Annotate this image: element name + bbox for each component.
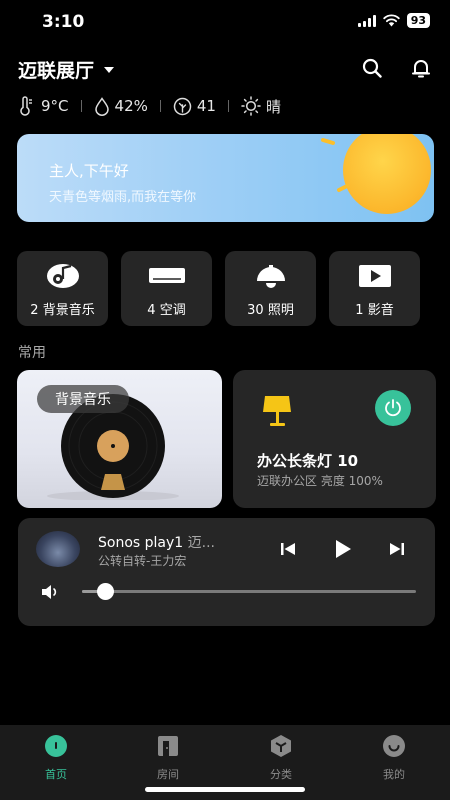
weather-temperature: 9°C bbox=[18, 96, 69, 116]
track-device: Sonos play1 迈... bbox=[98, 532, 233, 552]
device-room: 迈... bbox=[187, 535, 215, 551]
temperature-value: 9°C bbox=[41, 97, 69, 115]
tab-label: 房间 bbox=[157, 768, 179, 781]
greeting-banner[interactable]: 主人,下午好 天青色等烟雨,而我在等你 bbox=[17, 134, 434, 222]
status-time: 3:10 bbox=[42, 12, 85, 32]
music-icon bbox=[46, 264, 79, 288]
lamp-icon bbox=[256, 265, 285, 288]
volume-slider-knob[interactable] bbox=[97, 583, 115, 600]
divider bbox=[80, 100, 82, 112]
header: 迈联展厅 bbox=[0, 50, 450, 86]
sun-icon bbox=[241, 96, 261, 116]
album-art bbox=[36, 531, 80, 567]
humidity-value: 42% bbox=[114, 97, 148, 115]
play-icon bbox=[358, 265, 391, 287]
previous-track-icon[interactable] bbox=[277, 538, 299, 560]
device-name: Sonos play1 bbox=[98, 535, 184, 551]
category-label: 1 影音 bbox=[355, 303, 394, 318]
section-title-common: 常用 bbox=[18, 345, 46, 361]
power-toggle[interactable] bbox=[375, 390, 411, 426]
volume-icon[interactable] bbox=[40, 582, 60, 602]
caret-down-icon bbox=[104, 66, 115, 73]
sun-illustration bbox=[321, 134, 431, 214]
weather-air-quality: 41 bbox=[173, 97, 216, 116]
category-label: 4 空调 bbox=[147, 303, 186, 318]
greeting-title: 主人,下午好 bbox=[49, 162, 129, 180]
background-music-label: 背景音乐 bbox=[37, 385, 129, 413]
tab-categories[interactable]: 分类 bbox=[225, 733, 337, 781]
category-row: 2 背景音乐 4 空调 30 照明 1 影音 bbox=[17, 251, 434, 326]
home-selector[interactable]: 迈联展厅 bbox=[18, 56, 115, 83]
lamp-name: 办公长条灯 10 bbox=[257, 452, 359, 470]
music-player-card[interactable]: Sonos play1 迈... 公转自转-王力宏 bbox=[18, 518, 435, 626]
home-name: 迈联展厅 bbox=[18, 60, 95, 82]
category-background-music[interactable]: 2 背景音乐 bbox=[17, 251, 108, 326]
background-music-card[interactable]: 背景音乐 bbox=[17, 370, 222, 508]
lamp-detail: 迈联办公区 亮度 100% bbox=[257, 474, 383, 488]
home-icon bbox=[45, 735, 67, 757]
weather-condition: 晴 bbox=[241, 96, 281, 117]
play-button-icon[interactable] bbox=[331, 538, 353, 560]
wifi-icon bbox=[382, 14, 400, 27]
status-icons: 93 bbox=[357, 13, 430, 28]
tab-label: 首页 bbox=[45, 768, 67, 781]
weather-humidity: 42% bbox=[94, 96, 148, 116]
category-audio-video[interactable]: 1 影音 bbox=[329, 251, 420, 326]
battery-indicator: 93 bbox=[406, 13, 430, 28]
air-conditioner-icon bbox=[148, 268, 185, 283]
tab-label: 分类 bbox=[270, 768, 292, 781]
divider bbox=[159, 100, 161, 112]
volume-slider[interactable] bbox=[82, 583, 416, 600]
weather-bar: 9°C 42% 41 晴 bbox=[18, 95, 281, 117]
status-bar: 3:10 93 bbox=[0, 0, 450, 44]
search-icon[interactable] bbox=[361, 57, 383, 79]
water-drop-icon bbox=[94, 96, 109, 116]
profile-icon bbox=[383, 735, 405, 757]
tab-profile[interactable]: 我的 bbox=[338, 733, 450, 781]
tab-rooms[interactable]: 房间 bbox=[112, 733, 224, 781]
home-indicator bbox=[145, 787, 305, 792]
leaf-icon bbox=[173, 97, 192, 115]
next-track-icon[interactable] bbox=[386, 538, 408, 560]
condition-value: 晴 bbox=[265, 97, 281, 116]
tab-label: 我的 bbox=[383, 768, 405, 781]
bell-icon[interactable] bbox=[410, 57, 432, 79]
power-icon bbox=[385, 399, 401, 417]
track-name: 公转自转-王力宏 bbox=[98, 554, 187, 568]
divider bbox=[227, 100, 229, 112]
lamp-card[interactable]: 办公长条灯 10 迈联办公区 亮度 100% bbox=[233, 370, 436, 508]
category-label: 2 背景音乐 bbox=[30, 303, 95, 318]
signal-icon bbox=[357, 14, 376, 27]
category-air-conditioner[interactable]: 4 空调 bbox=[121, 251, 212, 326]
category-icon bbox=[271, 735, 291, 757]
room-icon bbox=[158, 736, 178, 756]
tab-home[interactable]: 首页 bbox=[0, 733, 112, 781]
desk-lamp-icon bbox=[263, 396, 291, 426]
greeting-subtitle: 天青色等烟雨,而我在等你 bbox=[49, 190, 197, 205]
category-lighting[interactable]: 30 照明 bbox=[225, 251, 316, 326]
thermometer-icon bbox=[20, 96, 32, 116]
category-label: 30 照明 bbox=[247, 303, 294, 318]
air-quality-value: 41 bbox=[196, 97, 216, 115]
